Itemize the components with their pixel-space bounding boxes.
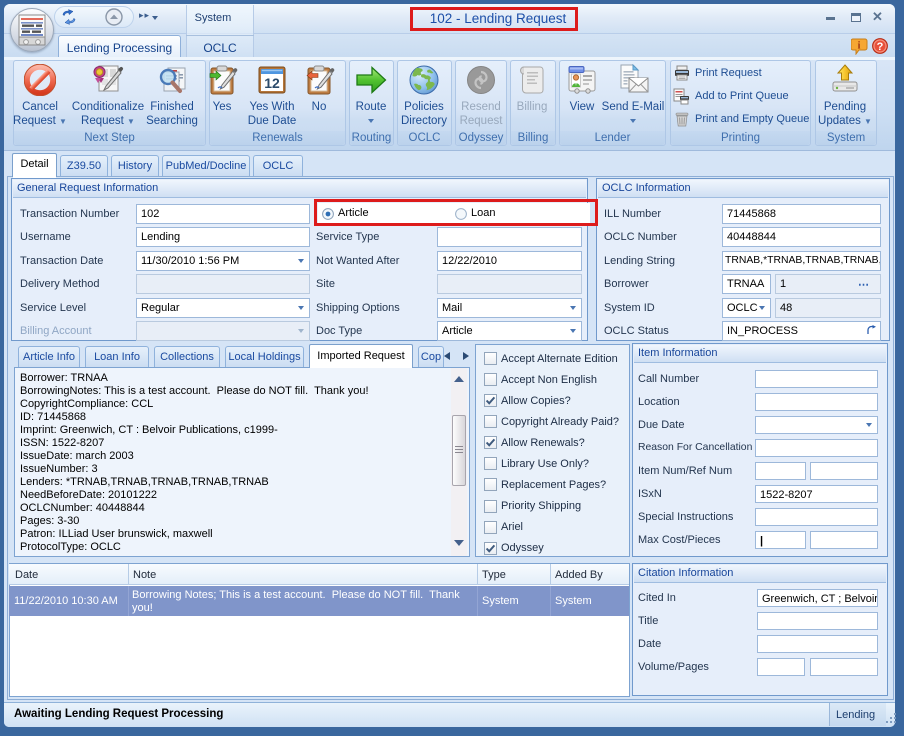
svg-text:12: 12 xyxy=(264,75,280,91)
svg-text:?: ? xyxy=(877,41,884,53)
svg-text:i: i xyxy=(858,41,861,52)
